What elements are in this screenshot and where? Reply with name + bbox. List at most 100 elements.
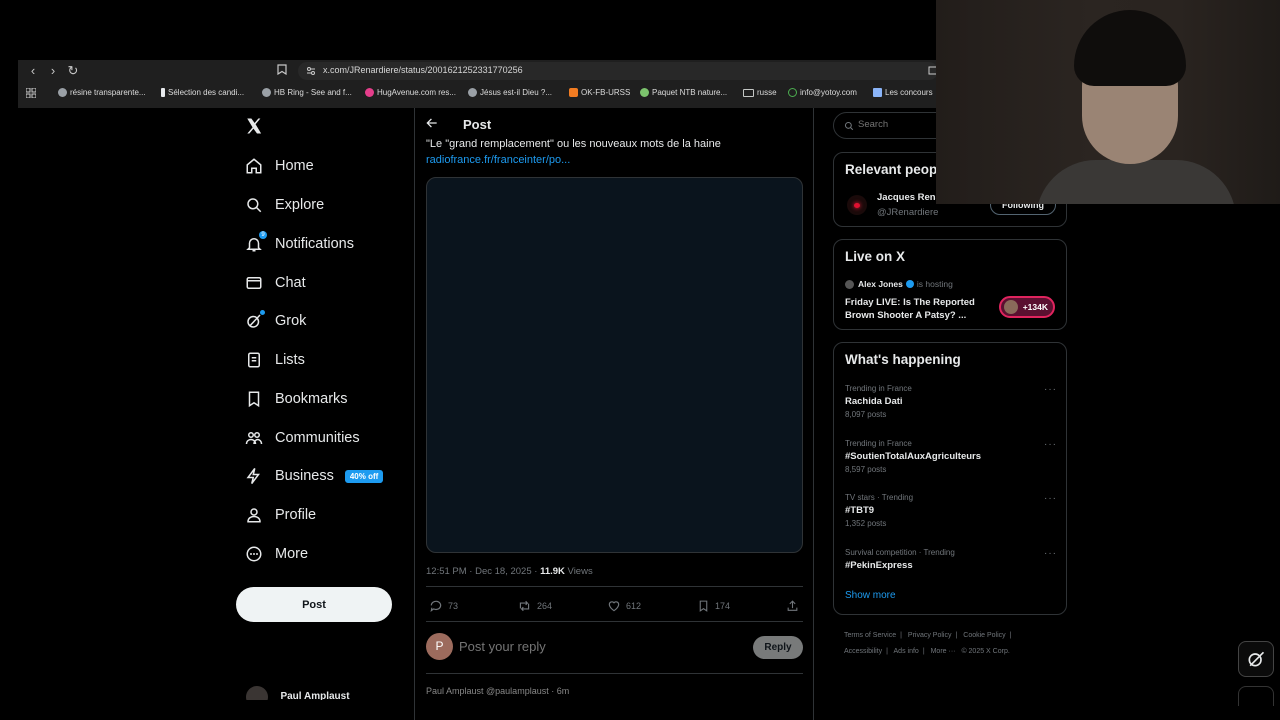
bookmark-label: Sélection des candi... (168, 88, 245, 97)
trend-item[interactable]: Survival competition · Trending #PekinEx… (845, 548, 1057, 571)
reply-action[interactable]: 73 (429, 599, 458, 613)
trend-context: Trending in France (845, 439, 912, 448)
site-info-icon[interactable] (306, 66, 316, 76)
divider (426, 621, 803, 622)
footer-link[interactable]: Terms of Service (844, 632, 896, 639)
bookmark-favicon-icon (873, 88, 882, 97)
trend-item[interactable]: Trending in France Rachida Dati 8,097 po… (845, 384, 1057, 419)
reply-icon (430, 600, 442, 613)
link-card-media[interactable] (426, 177, 803, 553)
footer-link[interactable]: Privacy Policy (908, 632, 952, 639)
post-button[interactable]: Post (236, 587, 392, 622)
browser-toolbar: ‹ › ↻ x.com/JRenardiere/status/200162125… (18, 60, 940, 108)
verified-icon (905, 280, 914, 288)
nav-lists[interactable]: Lists (244, 347, 305, 373)
browser-nav-row: ‹ › ↻ x.com/JRenardiere/status/200162125… (18, 60, 940, 82)
messages-drawer-button[interactable] (1238, 686, 1274, 706)
show-more-link[interactable]: Show more (845, 590, 896, 601)
search-icon (244, 195, 264, 215)
mail-icon (244, 273, 264, 293)
back-icon[interactable]: ‹ (25, 63, 41, 79)
bookmark-favicon-icon (640, 88, 649, 97)
bookmark-item[interactable]: Paquet NTB nature... (640, 88, 727, 97)
like-action[interactable]: 612 (607, 599, 641, 613)
footer-link[interactable]: Ads info (894, 648, 919, 655)
nav-more[interactable]: More (244, 541, 308, 567)
nav-label: Grok (275, 313, 307, 329)
reply-button[interactable]: Reply (753, 636, 803, 659)
bookmark-item[interactable]: info@yotoy.com (788, 88, 857, 97)
bookmark-label: russe (757, 88, 777, 97)
url-text[interactable]: x.com/JRenardiere/status/200162125233177… (323, 65, 523, 75)
account-switcher[interactable]: Paul Amplaust (246, 686, 366, 700)
bookmark-item[interactable]: HB Ring - See and f... (262, 88, 352, 97)
grok-dot (260, 310, 265, 315)
nav-label: Notifications (275, 236, 354, 252)
bookmark-item[interactable]: Les concours (873, 88, 933, 97)
avatar[interactable] (847, 195, 867, 215)
reply-count: 73 (448, 601, 459, 611)
apps-icon[interactable] (26, 88, 36, 98)
nav-profile[interactable]: Profile (244, 502, 316, 528)
footer-link[interactable]: More ··· (931, 648, 956, 655)
trend-count: 1,352 posts (845, 519, 887, 528)
reload-icon[interactable]: ↻ (65, 63, 81, 79)
bookmark-item[interactable]: OK-FB-URSS (569, 88, 630, 97)
live-host[interactable]: Alex Jones is hosting (845, 279, 953, 289)
bookmark-favicon-icon (262, 88, 271, 97)
repost-action[interactable]: 264 (517, 599, 552, 613)
x-logo-icon[interactable] (245, 117, 265, 137)
avatar: P (426, 633, 453, 660)
share-action[interactable] (786, 599, 804, 613)
nav-bookmarks[interactable]: Bookmarks (244, 386, 348, 412)
more-options-icon[interactable]: ··· (1044, 384, 1057, 395)
trend-count: 8,597 posts (845, 465, 887, 474)
bookmark-item[interactable]: russe (743, 88, 777, 97)
nav-business[interactable]: Business 40% off (244, 463, 384, 489)
trend-name: #TBT9 (845, 505, 875, 516)
lightning-icon (244, 466, 264, 486)
bookmark-item[interactable]: résine transparente... (58, 88, 146, 97)
footer-link[interactable]: Accessibility (844, 648, 882, 655)
trend-item[interactable]: TV stars · Trending #TBT9 1,352 posts ··… (845, 493, 1057, 528)
post-link[interactable]: radiofrance.fr/franceinter/po... (426, 154, 570, 166)
address-bar[interactable]: x.com/JRenardiere/status/200162125233177… (298, 62, 940, 80)
nav-communities[interactable]: Communities (244, 425, 360, 451)
heart-icon (608, 601, 620, 612)
nav-explore[interactable]: Explore (244, 192, 324, 218)
more-options-icon[interactable]: ··· (1044, 548, 1057, 559)
grok-floating-button[interactable] (1238, 641, 1274, 677)
more-options-icon[interactable]: ··· (1044, 493, 1057, 504)
nav-chat[interactable]: Chat (244, 270, 306, 296)
host-name: Alex Jones (858, 279, 903, 289)
copyright: © 2025 X Corp. (961, 648, 1010, 655)
bookmark-count: 174 (715, 601, 731, 611)
more-circle-icon (244, 544, 264, 564)
bookmark-action[interactable]: 174 (697, 599, 730, 613)
nav-home[interactable]: Home (244, 153, 314, 179)
reply-input[interactable] (459, 639, 739, 654)
nav-grok[interactable]: Grok (244, 308, 306, 334)
panel-title: What's happening (845, 352, 961, 367)
bookmark-item[interactable]: Jésus est-il Dieu ?... (468, 88, 552, 97)
nav-label: More (275, 546, 309, 562)
live-listeners-pill[interactable]: +134K (999, 296, 1055, 318)
trend-context: Survival competition · Trending (845, 548, 955, 557)
grok-icon (244, 310, 265, 331)
bookmark-item[interactable]: Sélection des candi... (161, 88, 244, 97)
avatar (845, 279, 854, 289)
user-handle: @JRenardiere (877, 207, 939, 218)
more-options-icon[interactable]: ··· (1044, 439, 1057, 450)
footer-link[interactable]: Cookie Policy (963, 632, 1005, 639)
trend-item[interactable]: Trending in France #SoutienTotalAuxAgric… (845, 439, 1057, 474)
reply-preview[interactable]: Paul Amplaust @paulamplaust · 6m (426, 686, 803, 700)
bookmark-page-icon[interactable] (274, 63, 290, 79)
live-show-title[interactable]: Friday LIVE: Is The Reported Brown Shoot… (845, 296, 990, 322)
bookmark-item[interactable]: HugAvenue.com res... (365, 88, 456, 97)
post-timestamp[interactable]: 12:51 PM · Dec 18, 2025 · (426, 566, 540, 577)
footer-separator: | (1009, 632, 1012, 639)
back-arrow-icon[interactable] (425, 116, 441, 132)
nav-notifications[interactable]: 9 Notifications (244, 231, 354, 257)
footer-links: Terms of Service | Privacy Policy | Cookie… (844, 628, 1064, 660)
forward-icon[interactable]: › (45, 63, 61, 79)
